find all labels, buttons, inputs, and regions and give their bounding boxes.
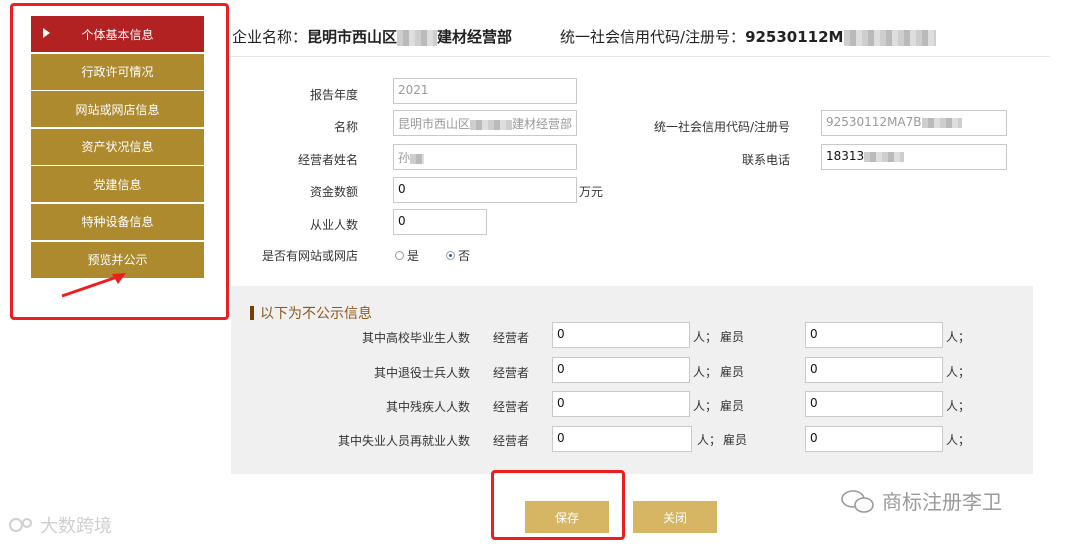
capital-label: 资金数额 [309, 185, 358, 199]
reemployed-employee-field[interactable]: 0 [805, 426, 943, 452]
nonpublic-row-label: 其中退役士兵人数 [373, 366, 470, 380]
phone-label: 联系电话 [741, 153, 790, 167]
unit-end: 人； [946, 433, 971, 447]
close-button[interactable]: 关闭 [633, 501, 717, 533]
veterans-employee-field[interactable]: 0 [805, 357, 943, 383]
annotation-arrow-icon [61, 273, 126, 298]
report-year-field[interactable]: 2021 [393, 78, 577, 104]
redacted-mosaic [397, 29, 438, 46]
reemployed-operator-field[interactable]: 0 [552, 426, 692, 452]
radio-yes[interactable]: 是 [395, 247, 419, 264]
disabled-employee-field[interactable]: 0 [805, 391, 943, 417]
nonpublic-row-label: 其中残疾人人数 [385, 400, 470, 414]
name-label: 名称 [333, 120, 358, 134]
report-year-label: 报告年度 [309, 88, 358, 102]
employee-label: 雇员 [720, 330, 745, 344]
radio-no[interactable]: 否 [446, 247, 470, 264]
unit-person: 人； [693, 365, 718, 379]
operator-label: 经营者 [493, 434, 530, 448]
employee-label: 雇员 [720, 399, 745, 413]
name-field[interactable]: 昆明市西山区 建材经营部 [393, 110, 577, 136]
watermark-right: 商标注册李卫 [840, 486, 1002, 515]
operator-label: 经营者 [493, 331, 530, 345]
credit-code-label: 统一社会信用代码/注册号 [653, 120, 790, 134]
capital-unit: 万元 [579, 185, 604, 199]
credit-code-field[interactable]: 92530112MA7B [821, 110, 1007, 136]
unit-end: 人； [946, 330, 971, 344]
radio-circle-icon [446, 251, 455, 260]
unit-person: 人； [693, 399, 718, 413]
company-name-heading: 企业名称：昆明市西山区 建材经营部 [232, 28, 513, 46]
section-bar-icon [250, 306, 254, 320]
employees-label: 从业人数 [309, 218, 358, 232]
highlight-box-save [491, 470, 625, 540]
graduates-operator-field[interactable]: 0 [552, 322, 690, 348]
operator-label: 经营者 [493, 366, 530, 380]
has-website-label: 是否有网站或网店 [261, 249, 358, 263]
veterans-operator-field[interactable]: 0 [552, 357, 690, 383]
watermark-left: 大数跨境 [8, 512, 112, 538]
redacted-mosaic [921, 117, 962, 128]
redacted-mosaic [843, 29, 936, 46]
unit-person: 人； [693, 330, 718, 344]
disabled-operator-field[interactable]: 0 [552, 391, 690, 417]
nonpublic-row-label: 其中高校毕业生人数 [361, 331, 470, 345]
nonpublic-row-label: 其中失业人员再就业人数 [337, 434, 470, 448]
unit-person: 人； [697, 433, 722, 447]
capital-field[interactable]: 0 [393, 177, 577, 203]
redacted-mosaic [410, 153, 425, 164]
radio-circle-icon [395, 251, 404, 260]
operator-name-field[interactable]: 孙 [393, 144, 577, 170]
redacted-mosaic [864, 151, 905, 162]
nonpublic-title: 以下为不公示信息 [250, 303, 372, 323]
credit-code-heading: 统一社会信用代码/注册号：92530112M [560, 26, 936, 47]
operator-name-label: 经营者姓名 [297, 153, 358, 167]
employee-label: 雇员 [720, 365, 745, 379]
wechat-icon [841, 489, 874, 513]
phone-field[interactable]: 18313 [821, 144, 1007, 170]
operator-label: 经营者 [493, 400, 530, 414]
logo-icon [9, 518, 32, 532]
redacted-mosaic [470, 119, 513, 130]
divider [230, 56, 1050, 57]
unit-end: 人； [946, 399, 971, 413]
graduates-employee-field[interactable]: 0 [805, 322, 943, 348]
employee-label: 雇员 [723, 433, 748, 447]
unit-end: 人； [946, 365, 971, 379]
employees-field[interactable]: 0 [393, 209, 487, 235]
